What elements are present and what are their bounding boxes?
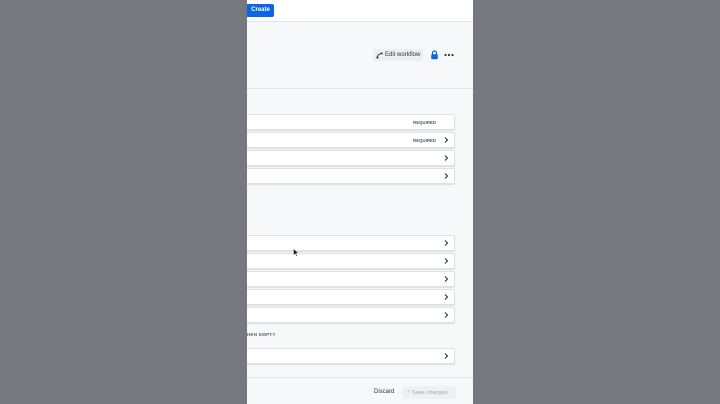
field-row[interactable] — [247, 289, 455, 305]
chevron-right-icon — [444, 173, 449, 179]
chevron-right-icon — [444, 258, 449, 264]
field-row[interactable] — [247, 307, 455, 323]
section-divider — [247, 88, 473, 89]
chevron-right-icon — [444, 294, 449, 300]
discard-button[interactable]: Discard — [374, 389, 394, 395]
more-actions-icon[interactable] — [444, 50, 454, 60]
loading-spinner-icon — [407, 390, 410, 393]
field-row[interactable] — [247, 271, 455, 287]
top-navigation-bar: Create — [247, 0, 473, 22]
footer-divider — [247, 377, 473, 378]
field-row[interactable] — [247, 253, 455, 269]
chevron-right-icon — [444, 312, 449, 318]
field-row[interactable] — [247, 235, 455, 251]
create-button[interactable]: Create — [247, 4, 274, 17]
app-frame: Create Edit workflow REQUIRED REQUIRED H… — [247, 0, 473, 404]
chevron-right-icon — [444, 353, 449, 359]
save-changes-label: Save changes — [412, 389, 448, 396]
edit-workflow-label: Edit workflow — [385, 52, 421, 58]
lock-icon[interactable] — [430, 50, 439, 60]
required-badge: REQUIRED — [413, 138, 436, 143]
field-row[interactable] — [247, 150, 455, 166]
chevron-right-icon — [444, 137, 449, 143]
edit-workflow-button[interactable]: Edit workflow — [373, 49, 424, 61]
section-label: HEN EMPTY — [247, 332, 276, 337]
field-row[interactable] — [247, 168, 455, 184]
save-changes-button[interactable]: Save changes — [402, 386, 456, 399]
field-row[interactable]: REQUIRED — [247, 132, 455, 148]
workflow-icon — [376, 51, 383, 59]
chevron-right-icon — [444, 276, 449, 282]
chevron-right-icon — [444, 155, 449, 161]
field-row[interactable] — [247, 348, 455, 364]
chevron-right-icon — [444, 240, 449, 246]
field-row[interactable]: REQUIRED — [247, 114, 455, 130]
mouse-cursor-icon — [293, 248, 299, 257]
required-badge: REQUIRED — [413, 120, 436, 125]
